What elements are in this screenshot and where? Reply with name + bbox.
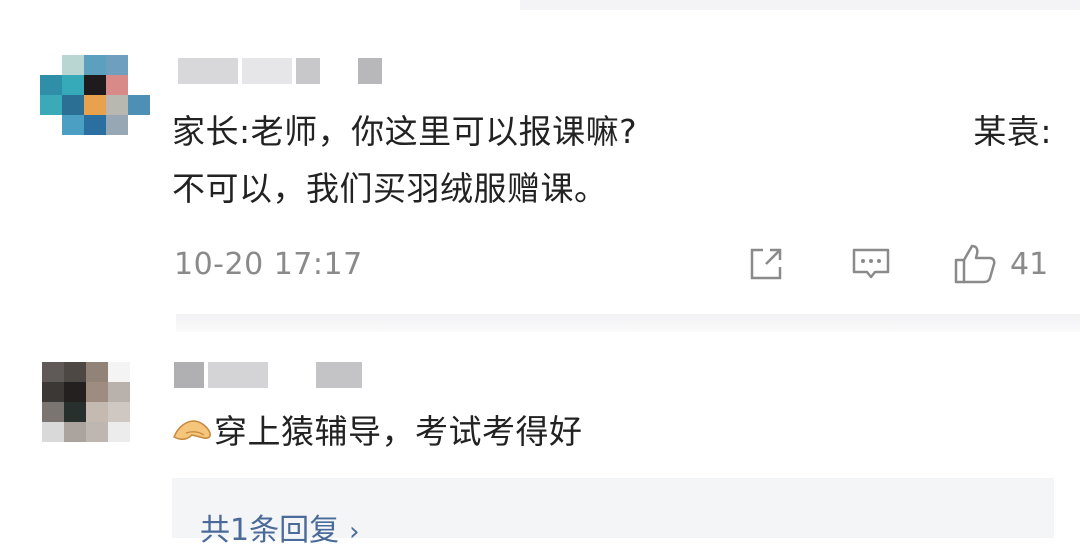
view-replies-link[interactable]: 共1条回复 › bbox=[200, 505, 360, 549]
like-count: 41 bbox=[1010, 246, 1049, 282]
like-button[interactable]: 41 bbox=[952, 242, 1048, 286]
comment-text: 穿上猿辅导，考试考得好 bbox=[172, 403, 583, 460]
avatar[interactable] bbox=[42, 362, 152, 462]
comment-timestamp: 10-20 17:17 bbox=[174, 247, 363, 282]
share-button[interactable] bbox=[746, 242, 786, 286]
thumbs-up-icon bbox=[954, 244, 996, 284]
view-replies-label: 共1条回复 bbox=[200, 513, 340, 548]
comment-text-body: 穿上猿辅导，考试考得好 bbox=[214, 412, 583, 451]
chevron-right-icon: › bbox=[349, 517, 360, 547]
pointing-hand-emoji bbox=[173, 420, 211, 440]
avatar[interactable] bbox=[40, 55, 150, 155]
top-divider bbox=[520, 0, 1080, 10]
comment-text-line: 不可以，我们买羽绒服赠课。 bbox=[172, 169, 608, 208]
comment-icon bbox=[852, 248, 890, 279]
comment-text: 家长:老师，你这里可以报课嘛? 某袁: 不可以，我们买羽绒服赠课。 bbox=[172, 103, 1052, 217]
replies-panel: 共1条回复 › bbox=[172, 478, 1054, 548]
share-icon bbox=[750, 248, 782, 280]
username-blurred[interactable] bbox=[174, 362, 362, 388]
comment-divider bbox=[176, 314, 1080, 332]
username-blurred[interactable] bbox=[178, 58, 382, 84]
comment-text-line: 家长:老师，你这里可以报课嘛? bbox=[172, 112, 638, 151]
comment-text-speaker: 某袁: bbox=[973, 112, 1052, 151]
reply-button[interactable] bbox=[850, 242, 892, 286]
